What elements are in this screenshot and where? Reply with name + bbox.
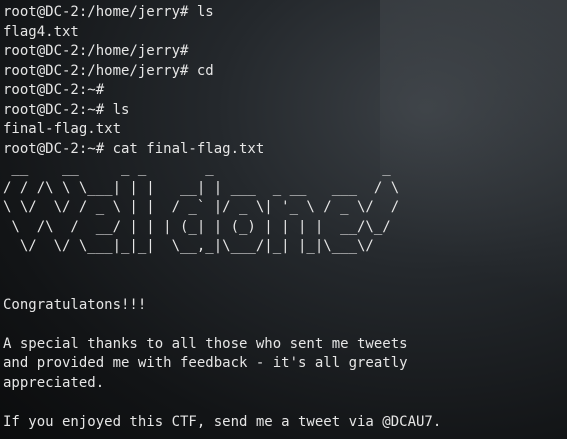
- terminal-line: appreciated.: [3, 374, 105, 391]
- terminal-line: root@DC-2:~# cat final-flag.txt: [3, 140, 265, 157]
- terminal-line: root@DC-2:~#: [3, 82, 105, 98]
- ascii-art-line: __ __ _ _ _ _: [3, 160, 400, 176]
- terminal-line: If you enjoyed this CTF, send me a tweet…: [3, 413, 442, 430]
- ascii-art-line: \ /\ / __/ | | | (_| | (_) | | | | __/\_…: [3, 218, 400, 235]
- terminal-line: and provided me with feedback - it's all…: [3, 355, 408, 371]
- terminal-line: root@DC-2:/home/jerry#: [3, 43, 189, 59]
- ascii-art-line: \ \/ \/ / _ \ | | / _` |/ _ \| '_ \ / _ …: [3, 199, 400, 215]
- terminal-line: root@DC-2:~# ls: [3, 101, 130, 118]
- terminal-line: root@DC-2:/home/jerry# ls: [3, 4, 214, 20]
- ascii-art-line: / / /\ \ \___| | | __| | ___ _ __ ___ / …: [3, 179, 400, 196]
- terminal-line: flag4.txt: [3, 23, 79, 40]
- terminal-line: Congratulatons!!!: [3, 296, 147, 313]
- terminal-line: A special thanks to all those who sent m…: [3, 335, 408, 352]
- ascii-art-line: \/ \/ \___|_|_| \__,_|\___/|_| |_|\___\/: [3, 238, 400, 254]
- terminal-line: final-flag.txt: [3, 121, 122, 137]
- terminal-output[interactable]: root@DC-2:/home/jerry# ls flag4.txt root@D…: [3, 3, 441, 432]
- terminal-line: root@DC-2:/home/jerry# cd: [3, 62, 214, 79]
